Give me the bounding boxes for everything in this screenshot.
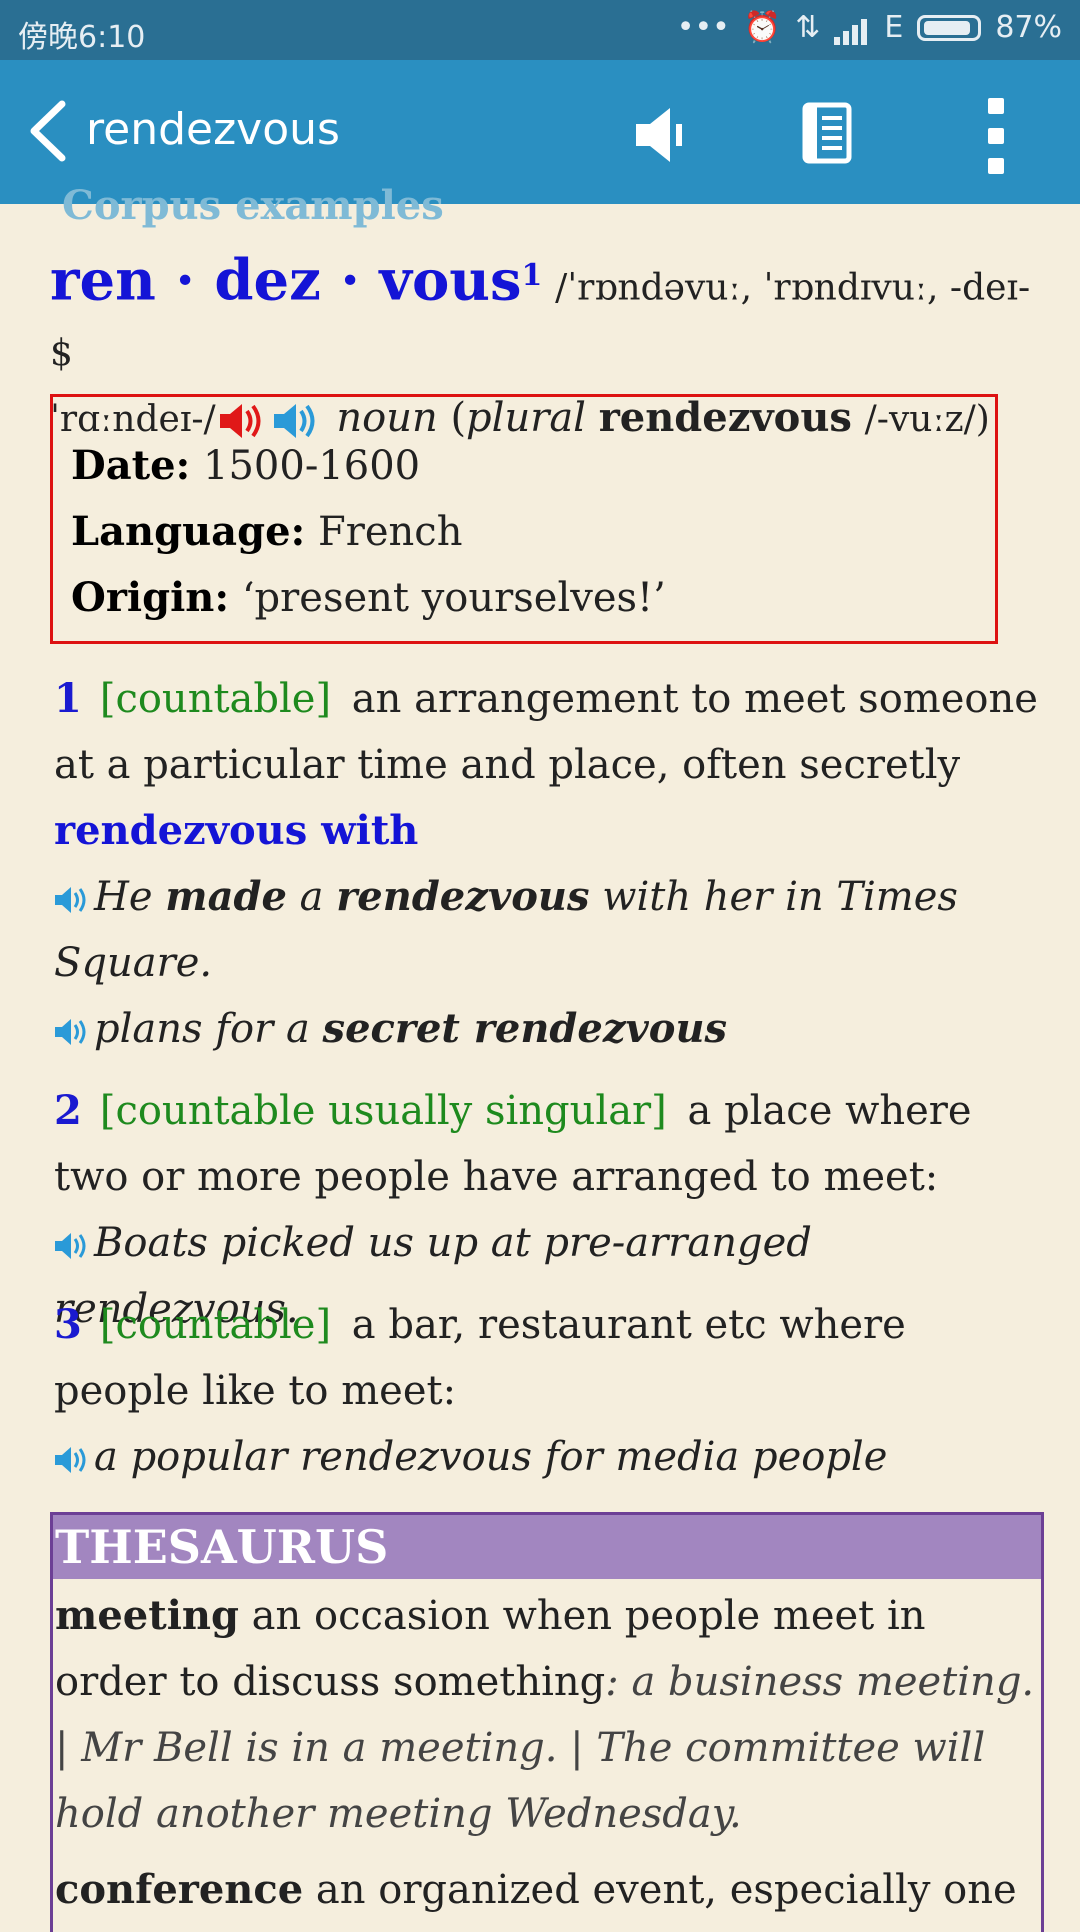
- thesaurus-definition: an organized event, especially one: [315, 1867, 1017, 1913]
- origin-language-row: Language: French: [71, 499, 995, 565]
- sense-3: 3 [countable] a bar, restaurant etc where…: [54, 1292, 1044, 1490]
- origin-label: Origin:: [71, 574, 230, 621]
- example-audio-icon[interactable]: [54, 885, 90, 915]
- signal-icon: [834, 10, 870, 45]
- sense-1: 1 [countable] an arrangement to meet some…: [54, 666, 1044, 1062]
- language-value: French: [318, 509, 463, 555]
- status-time: 傍晚6:10: [18, 20, 146, 55]
- grammar-label: [countable usually singular]: [99, 1088, 667, 1134]
- speaker-icon[interactable]: [632, 104, 688, 166]
- example-sentence: He made a rendezvous with her in Times S…: [54, 873, 958, 986]
- example-audio-icon[interactable]: [54, 1017, 90, 1047]
- collocation: rendezvous with: [54, 807, 419, 854]
- alarm-icon: ⏰: [743, 10, 782, 45]
- more-vert-icon[interactable]: [988, 98, 1004, 188]
- data-arrows-icon: ⇅: [795, 10, 821, 45]
- more-dots-icon: •••: [676, 10, 730, 45]
- homograph-number: 1: [521, 258, 543, 293]
- status-icons: ••• ⏰ ⇅ E 87%: [677, 10, 1062, 45]
- list-icon[interactable]: [802, 102, 852, 164]
- thesaurus-item: meeting an occasion when people meet in …: [55, 1583, 1041, 1847]
- example-audio-icon[interactable]: [54, 1231, 90, 1261]
- headword: ren · dez · vous: [50, 247, 522, 314]
- origin-meaning-row: Origin: ‘present yourselves!’: [71, 565, 995, 631]
- back-arrow-icon[interactable]: [24, 98, 84, 164]
- thesaurus-item: conference an organized event, especiall…: [55, 1857, 1041, 1923]
- corpus-examples-link[interactable]: Corpus examples: [62, 182, 444, 229]
- network-type: E: [884, 10, 904, 45]
- date-value: 1500-1600: [203, 443, 421, 489]
- word-origin-box: Date: 1500-1600 Language: French Origin:…: [50, 394, 998, 644]
- status-bar: 傍晚6:10 ••• ⏰ ⇅ E 87%: [0, 0, 1080, 60]
- date-label: Date:: [71, 442, 191, 489]
- thesaurus-word: meeting: [55, 1592, 239, 1639]
- thesaurus-body: meeting an occasion when people meet in …: [53, 1583, 1041, 1923]
- thesaurus-word: conference: [55, 1866, 304, 1913]
- sense-number: 2: [54, 1087, 82, 1134]
- example-audio-icon[interactable]: [54, 1445, 90, 1475]
- grammar-label: [countable]: [99, 676, 332, 722]
- sense-number: 3: [54, 1301, 82, 1348]
- language-label: Language:: [71, 508, 306, 555]
- battery-level: 87%: [995, 10, 1062, 45]
- thesaurus-heading: THESAURUS: [53, 1515, 1041, 1579]
- example-sentence: a popular rendezvous for media people: [94, 1434, 888, 1480]
- origin-value: ‘present yourselves!’: [241, 575, 666, 621]
- grammar-label: [countable]: [99, 1302, 332, 1348]
- battery-icon: [917, 14, 982, 41]
- sense-number: 1: [54, 675, 82, 722]
- thesaurus-box: THESAURUS meeting an occasion when peopl…: [50, 1512, 1044, 1932]
- example-sentence: plans for a secret rendezvous: [94, 1005, 728, 1052]
- page-title: rendezvous: [86, 104, 340, 155]
- origin-date-row: Date: 1500-1600: [71, 433, 995, 499]
